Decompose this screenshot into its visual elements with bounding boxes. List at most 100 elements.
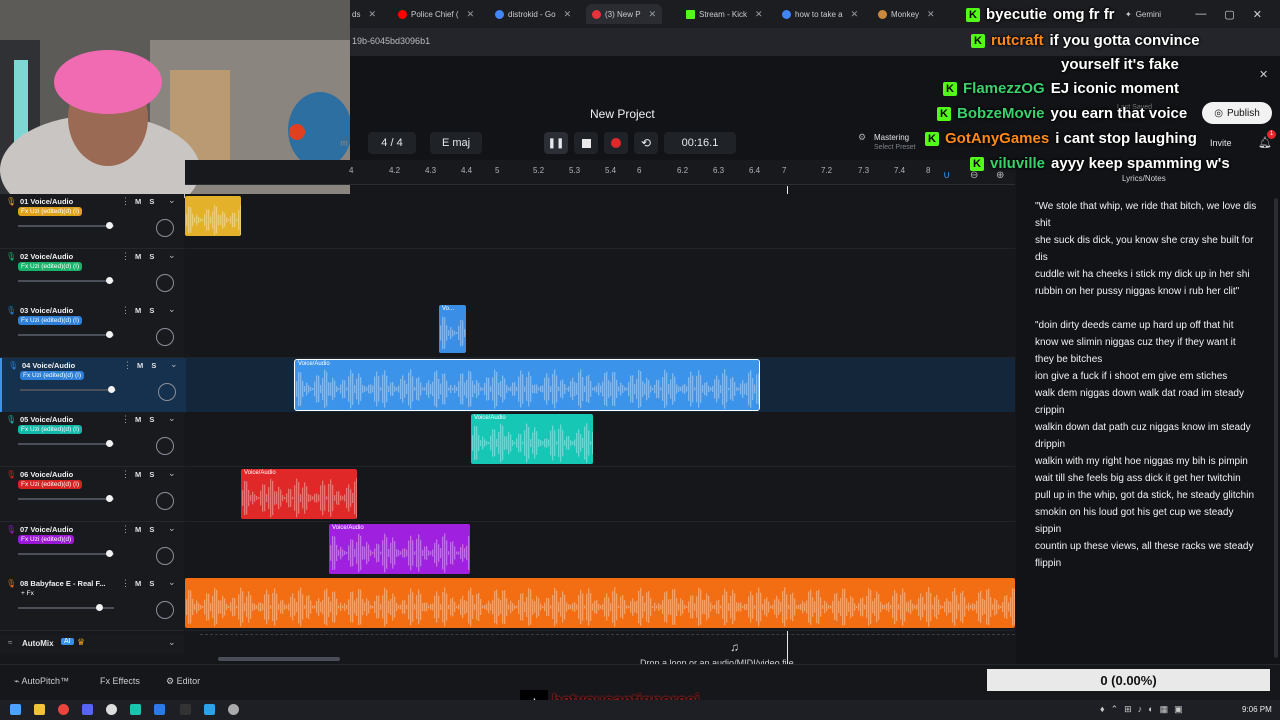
- effects-button[interactable]: Fx Effects: [100, 676, 140, 686]
- close-icon[interactable]: ✕: [1259, 68, 1268, 81]
- start-icon[interactable]: [10, 704, 21, 715]
- invite-button[interactable]: Invite: [1210, 138, 1232, 148]
- time-signature[interactable]: 4 / 4: [368, 132, 416, 154]
- gemini-button[interactable]: ✦ Gemini: [1125, 4, 1161, 24]
- volume-slider[interactable]: [18, 549, 114, 557]
- gear-icon[interactable]: [228, 704, 239, 715]
- track-header[interactable]: 🎙︎ 03 Voice/Audio Fx Uzi (edited)(d) (I) ⋮ M…: [0, 303, 184, 359]
- track-effect-chip[interactable]: Fx Uzi (edited)(d) (I): [18, 316, 83, 326]
- volume-knob[interactable]: [106, 549, 114, 557]
- volume-knob[interactable]: [106, 276, 114, 284]
- capcut-icon[interactable]: [180, 704, 191, 715]
- system-tray-icons[interactable]: ♦⌃⊞♪◐▦▣: [1100, 704, 1189, 715]
- pan-knob[interactable]: [158, 382, 176, 401]
- more-icon[interactable]: ⋮: [121, 578, 130, 589]
- volume-knob[interactable]: [96, 604, 104, 612]
- track-header[interactable]: 🎙︎ 06 Voice/Audio Fx Uzi (edited)(d) (I) ⋮ M…: [0, 467, 184, 522]
- track-name[interactable]: 08 Babyface E - Real F...: [20, 579, 105, 588]
- volume-slider[interactable]: [18, 222, 114, 229]
- volume-slider[interactable]: [18, 604, 114, 612]
- audio-clip[interactable]: Voice/Audio: [294, 358, 760, 411]
- track-lane[interactable]: [185, 248, 1015, 304]
- project-title[interactable]: New Project: [590, 107, 655, 121]
- more-icon[interactable]: ⋮: [121, 414, 130, 425]
- close-icon[interactable]: ✕: [564, 9, 572, 20]
- mute-solo-buttons[interactable]: M S: [135, 306, 154, 315]
- chrome-icon[interactable]: [58, 704, 69, 715]
- publish-button[interactable]: ◎ Publish: [1202, 102, 1272, 124]
- mute-solo-buttons[interactable]: M S: [135, 579, 154, 588]
- discord-icon[interactable]: [82, 704, 93, 715]
- more-icon[interactable]: ⋮: [123, 360, 132, 371]
- chevron-down-icon[interactable]: ⌄: [168, 637, 176, 648]
- mute-solo-buttons[interactable]: M S: [135, 252, 154, 261]
- close-icon[interactable]: ✕: [755, 9, 763, 20]
- volume-knob[interactable]: [108, 385, 116, 393]
- more-icon[interactable]: ⋮: [121, 524, 130, 535]
- close-window-icon[interactable]: ✕: [1253, 8, 1262, 21]
- chevron-down-icon[interactable]: ⌄: [168, 577, 176, 588]
- record-button[interactable]: [604, 132, 628, 154]
- mute-solo-buttons[interactable]: M S: [135, 525, 154, 534]
- key-selector[interactable]: E maj: [430, 132, 482, 154]
- track-effect-chip[interactable]: Fx Uzi (edited)(d) (I): [18, 261, 83, 271]
- editor-button[interactable]: ⚙ Editor: [166, 676, 200, 687]
- more-icon[interactable]: ⋮: [121, 469, 130, 480]
- mute-solo-buttons[interactable]: M S: [135, 197, 154, 206]
- app-icon[interactable]: [204, 704, 215, 715]
- track-effect-chip[interactable]: Fx Uzi (edited)(d) (I): [18, 207, 83, 216]
- lyrics-scrollbar[interactable]: [1274, 198, 1278, 658]
- track-name[interactable]: 05 Voice/Audio: [20, 415, 73, 424]
- automix-row[interactable]: ≈ AutoMix AI ♛ ⌄: [0, 634, 184, 654]
- close-icon[interactable]: ✕: [467, 9, 475, 20]
- volume-slider[interactable]: [18, 276, 114, 284]
- track-name[interactable]: 01 Voice/Audio: [20, 197, 73, 206]
- mastering-label[interactable]: Mastering: [874, 133, 909, 142]
- lyrics-text[interactable]: "We stole that whip, we ride that bitch,…: [1035, 198, 1257, 662]
- volume-knob[interactable]: [106, 440, 114, 448]
- audio-clip[interactable]: Voice/Audio: [241, 469, 357, 519]
- pan-knob[interactable]: [156, 328, 174, 347]
- more-icon[interactable]: ⋮: [121, 196, 130, 207]
- obs-icon[interactable]: [106, 704, 117, 715]
- track-name[interactable]: 06 Voice/Audio: [20, 470, 73, 479]
- volume-knob[interactable]: [106, 495, 114, 502]
- audio-clip[interactable]: [185, 196, 241, 236]
- track-lane[interactable]: [185, 521, 1015, 577]
- chevron-down-icon[interactable]: ⌄: [168, 468, 176, 479]
- maximize-icon[interactable]: ▢: [1224, 8, 1234, 21]
- browser-tab[interactable]: distrokid - Go ✕: [495, 4, 571, 24]
- mute-solo-buttons[interactable]: M S: [135, 470, 154, 479]
- track-effect-chip[interactable]: Fx Uzi (edited)(d): [18, 534, 75, 544]
- pause-button[interactable]: ❚❚: [544, 132, 568, 154]
- track-lane[interactable]: [185, 303, 1015, 359]
- track-name[interactable]: 04 Voice/Audio: [22, 361, 75, 370]
- browser-tab[interactable]: how to take a ✕: [782, 4, 858, 24]
- chevron-down-icon[interactable]: ⌄: [168, 523, 176, 534]
- mastering-preset[interactable]: Select Preset: [874, 144, 916, 151]
- pan-knob[interactable]: [156, 273, 174, 292]
- audio-clip[interactable]: Vo...: [439, 305, 466, 354]
- track-header[interactable]: 🎙︎ 08 Babyface E - Real F... + Fx ⋮ M S ⌄: [0, 576, 184, 632]
- mute-solo-buttons[interactable]: M S: [135, 415, 154, 424]
- audio-clip[interactable]: [185, 578, 1015, 629]
- track-header[interactable]: 🎙︎ 02 Voice/Audio Fx Uzi (edited)(d) (I) ⋮ M…: [0, 248, 184, 304]
- pan-knob[interactable]: [156, 219, 174, 237]
- folder-icon[interactable]: [34, 704, 45, 715]
- loop-icon[interactable]: ⟲: [634, 132, 658, 154]
- volume-knob[interactable]: [106, 222, 114, 229]
- pan-knob[interactable]: [156, 546, 174, 565]
- track-lane[interactable]: [185, 412, 1015, 468]
- track-effect-chip[interactable]: Fx Uzi (edited)(d) (I): [18, 480, 83, 489]
- close-icon[interactable]: ✕: [927, 9, 935, 20]
- track-header[interactable]: 🎙︎ 04 Voice/Audio Fx Uzi (edited)(d) (I) ⋮ M…: [0, 357, 186, 413]
- timeline-ruler[interactable]: 4 4.2 4.3 4.4 5 5.2 5.3 5.4 6 6.2 6.3 6.4 7 7.2 7.3 7.4…: [185, 160, 1015, 185]
- app-icon[interactable]: [154, 704, 165, 715]
- autopitch-button[interactable]: ⌁ AutoPitch™: [14, 676, 69, 687]
- track-effect-chip[interactable]: Fx Uzi (edited)(d) (I): [18, 425, 83, 435]
- mute-solo-buttons[interactable]: M S: [137, 361, 156, 370]
- pan-knob[interactable]: [156, 437, 174, 456]
- minimize-icon[interactable]: —: [1195, 8, 1206, 20]
- app-icon[interactable]: [130, 704, 141, 715]
- volume-slider[interactable]: [18, 495, 114, 502]
